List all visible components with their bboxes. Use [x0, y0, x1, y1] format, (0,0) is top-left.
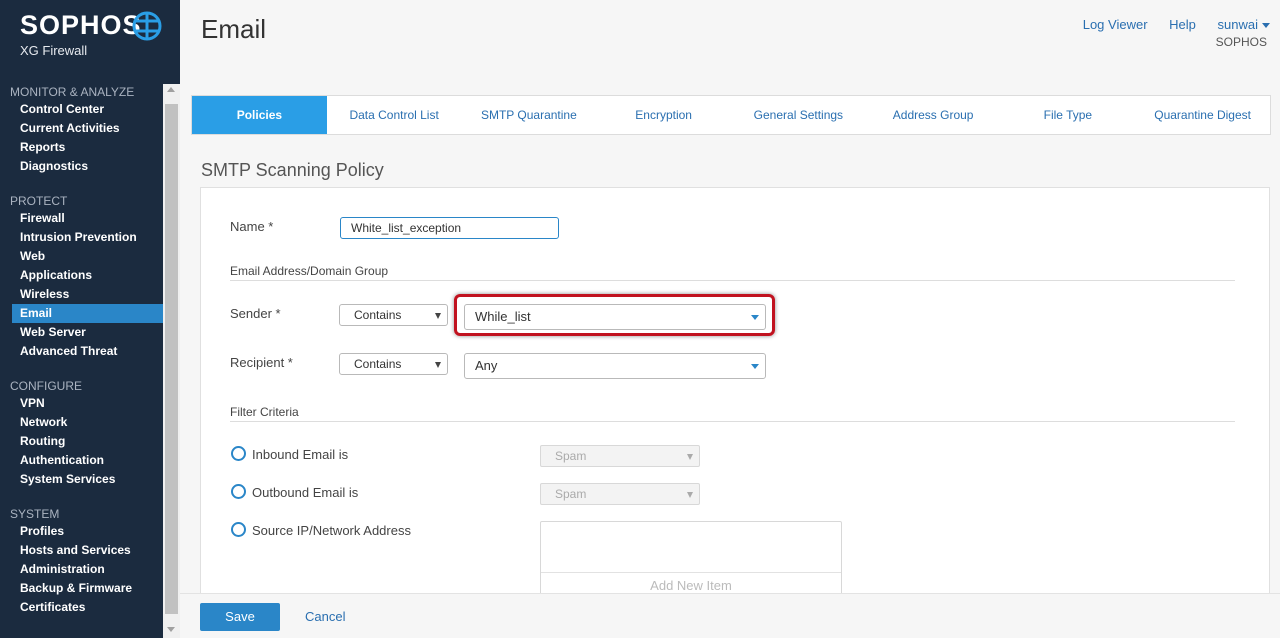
- nav-item-web-server[interactable]: Web Server: [0, 323, 163, 342]
- inbound-label: Inbound Email is: [252, 447, 349, 462]
- inbound-radio[interactable]: [231, 446, 246, 461]
- nav-item-control-center[interactable]: Control Center: [0, 100, 163, 119]
- nav-item-hosts-and-services[interactable]: Hosts and Services: [0, 541, 163, 560]
- section-title: SMTP Scanning Policy: [201, 160, 384, 180]
- scroll-up-arrow-icon[interactable]: [167, 87, 175, 92]
- nav-item-diagnostics[interactable]: Diagnostics: [0, 157, 163, 176]
- save-button[interactable]: Save: [200, 603, 280, 631]
- tab-policies[interactable]: Policies: [192, 96, 327, 134]
- sidebar: SOPHOS XG Firewall MONITOR & ANALYZE Con…: [0, 0, 180, 638]
- cancel-button[interactable]: Cancel: [305, 609, 345, 624]
- sidebar-scrollbar[interactable]: [163, 84, 180, 638]
- nav-item-authentication[interactable]: Authentication: [0, 451, 163, 470]
- log-viewer-link[interactable]: Log Viewer: [1083, 17, 1148, 32]
- brand: SOPHOS XG Firewall: [20, 10, 142, 58]
- dropdown-arrow-icon: [751, 315, 759, 320]
- source-ip-radio[interactable]: [231, 522, 246, 537]
- page-title: Email: [201, 14, 267, 44]
- sender-group-select[interactable]: While_list: [464, 304, 766, 330]
- dropdown-arrow-icon: [687, 454, 693, 460]
- nav-item-applications[interactable]: Applications: [0, 266, 163, 285]
- product-name: XG Firewall: [20, 43, 88, 58]
- outbound-radio[interactable]: [231, 484, 246, 499]
- outbound-select: Spam: [540, 483, 700, 505]
- dropdown-arrow-icon: [435, 362, 441, 368]
- divider: [541, 572, 841, 573]
- nav-item-backup-firmware[interactable]: Backup & Firmware: [0, 579, 163, 598]
- address-group-heading: Email Address/Domain Group: [230, 264, 389, 278]
- nav-item-reports[interactable]: Reports: [0, 138, 163, 157]
- nav-section-protect: PROTECT: [10, 194, 68, 208]
- nav-item-advanced-threat[interactable]: Advanced Threat: [0, 342, 163, 361]
- nav-section-configure: CONFIGURE: [10, 379, 82, 393]
- user-name: sunwai: [1217, 17, 1258, 32]
- nav-item-current-activities[interactable]: Current Activities: [0, 119, 163, 138]
- sophos-globe-icon: [132, 11, 162, 41]
- recipient-match-value: Contains: [354, 357, 402, 371]
- tab-smtp-quarantine[interactable]: SMTP Quarantine: [462, 96, 597, 134]
- add-new-item-button[interactable]: Add New Item: [541, 578, 841, 593]
- recipient-match-select[interactable]: Contains: [339, 353, 448, 375]
- inbound-select: Spam: [540, 445, 700, 467]
- footer-bar: Save Cancel: [180, 593, 1280, 638]
- nav-item-system-services[interactable]: System Services: [0, 470, 163, 489]
- recipient-label: Recipient *: [230, 355, 293, 370]
- dropdown-arrow-icon: [435, 313, 441, 319]
- nav-section-monitor: MONITOR & ANALYZE: [10, 85, 135, 99]
- tab-bar: Policies Data Control List SMTP Quaranti…: [191, 95, 1271, 135]
- tab-data-control-list[interactable]: Data Control List: [327, 96, 462, 134]
- brand-logo-text: SOPHOS: [20, 10, 142, 40]
- nav-item-firewall[interactable]: Firewall: [0, 209, 163, 228]
- tab-quarantine-digest[interactable]: Quarantine Digest: [1135, 96, 1270, 134]
- sender-label: Sender *: [230, 306, 281, 321]
- source-ip-label: Source IP/Network Address: [252, 523, 411, 538]
- main-nav: MONITOR & ANALYZE Control Center Current…: [0, 84, 163, 617]
- nav-section-system: SYSTEM: [10, 507, 60, 521]
- dropdown-arrow-icon: [687, 492, 693, 498]
- recipient-group-value: Any: [475, 358, 498, 373]
- nav-item-profiles[interactable]: Profiles: [0, 522, 163, 541]
- caret-down-icon: [1262, 23, 1270, 29]
- nav-item-email[interactable]: Email: [12, 304, 163, 323]
- scroll-thumb[interactable]: [165, 104, 178, 614]
- name-input[interactable]: White_list_exception: [340, 217, 559, 239]
- recipient-group-select[interactable]: Any: [464, 353, 766, 379]
- nav-item-routing[interactable]: Routing: [0, 432, 163, 451]
- divider: [230, 280, 1235, 281]
- sender-group-value: While_list: [475, 309, 531, 324]
- sender-match-select[interactable]: Contains: [339, 304, 448, 326]
- nav-item-intrusion-prevention[interactable]: Intrusion Prevention: [0, 228, 163, 247]
- outbound-value: Spam: [555, 487, 587, 501]
- organization-name: SOPHOS: [1215, 35, 1267, 49]
- nav-item-network[interactable]: Network: [0, 413, 163, 432]
- tab-file-type[interactable]: File Type: [1001, 96, 1136, 134]
- sender-match-value: Contains: [354, 308, 402, 322]
- top-links: Log Viewer Help sunwai: [1065, 17, 1270, 32]
- filter-criteria-heading: Filter Criteria: [230, 405, 299, 419]
- policy-form: Name * White_list_exception Email Addres…: [200, 187, 1270, 611]
- divider: [230, 421, 1235, 422]
- nav-item-vpn[interactable]: VPN: [0, 394, 163, 413]
- nav-item-administration[interactable]: Administration: [0, 560, 163, 579]
- user-menu[interactable]: sunwai: [1218, 17, 1270, 32]
- scroll-down-arrow-icon[interactable]: [167, 627, 175, 632]
- outbound-label: Outbound Email is: [252, 485, 359, 500]
- dropdown-arrow-icon: [751, 364, 759, 369]
- nav-item-certificates[interactable]: Certificates: [0, 598, 163, 617]
- name-label: Name *: [230, 219, 274, 234]
- help-link[interactable]: Help: [1169, 17, 1196, 32]
- tab-general-settings[interactable]: General Settings: [731, 96, 866, 134]
- nav-item-web[interactable]: Web: [0, 247, 163, 266]
- tab-address-group[interactable]: Address Group: [866, 96, 1001, 134]
- tab-encryption[interactable]: Encryption: [596, 96, 731, 134]
- nav-item-wireless[interactable]: Wireless: [0, 285, 163, 304]
- inbound-value: Spam: [555, 449, 587, 463]
